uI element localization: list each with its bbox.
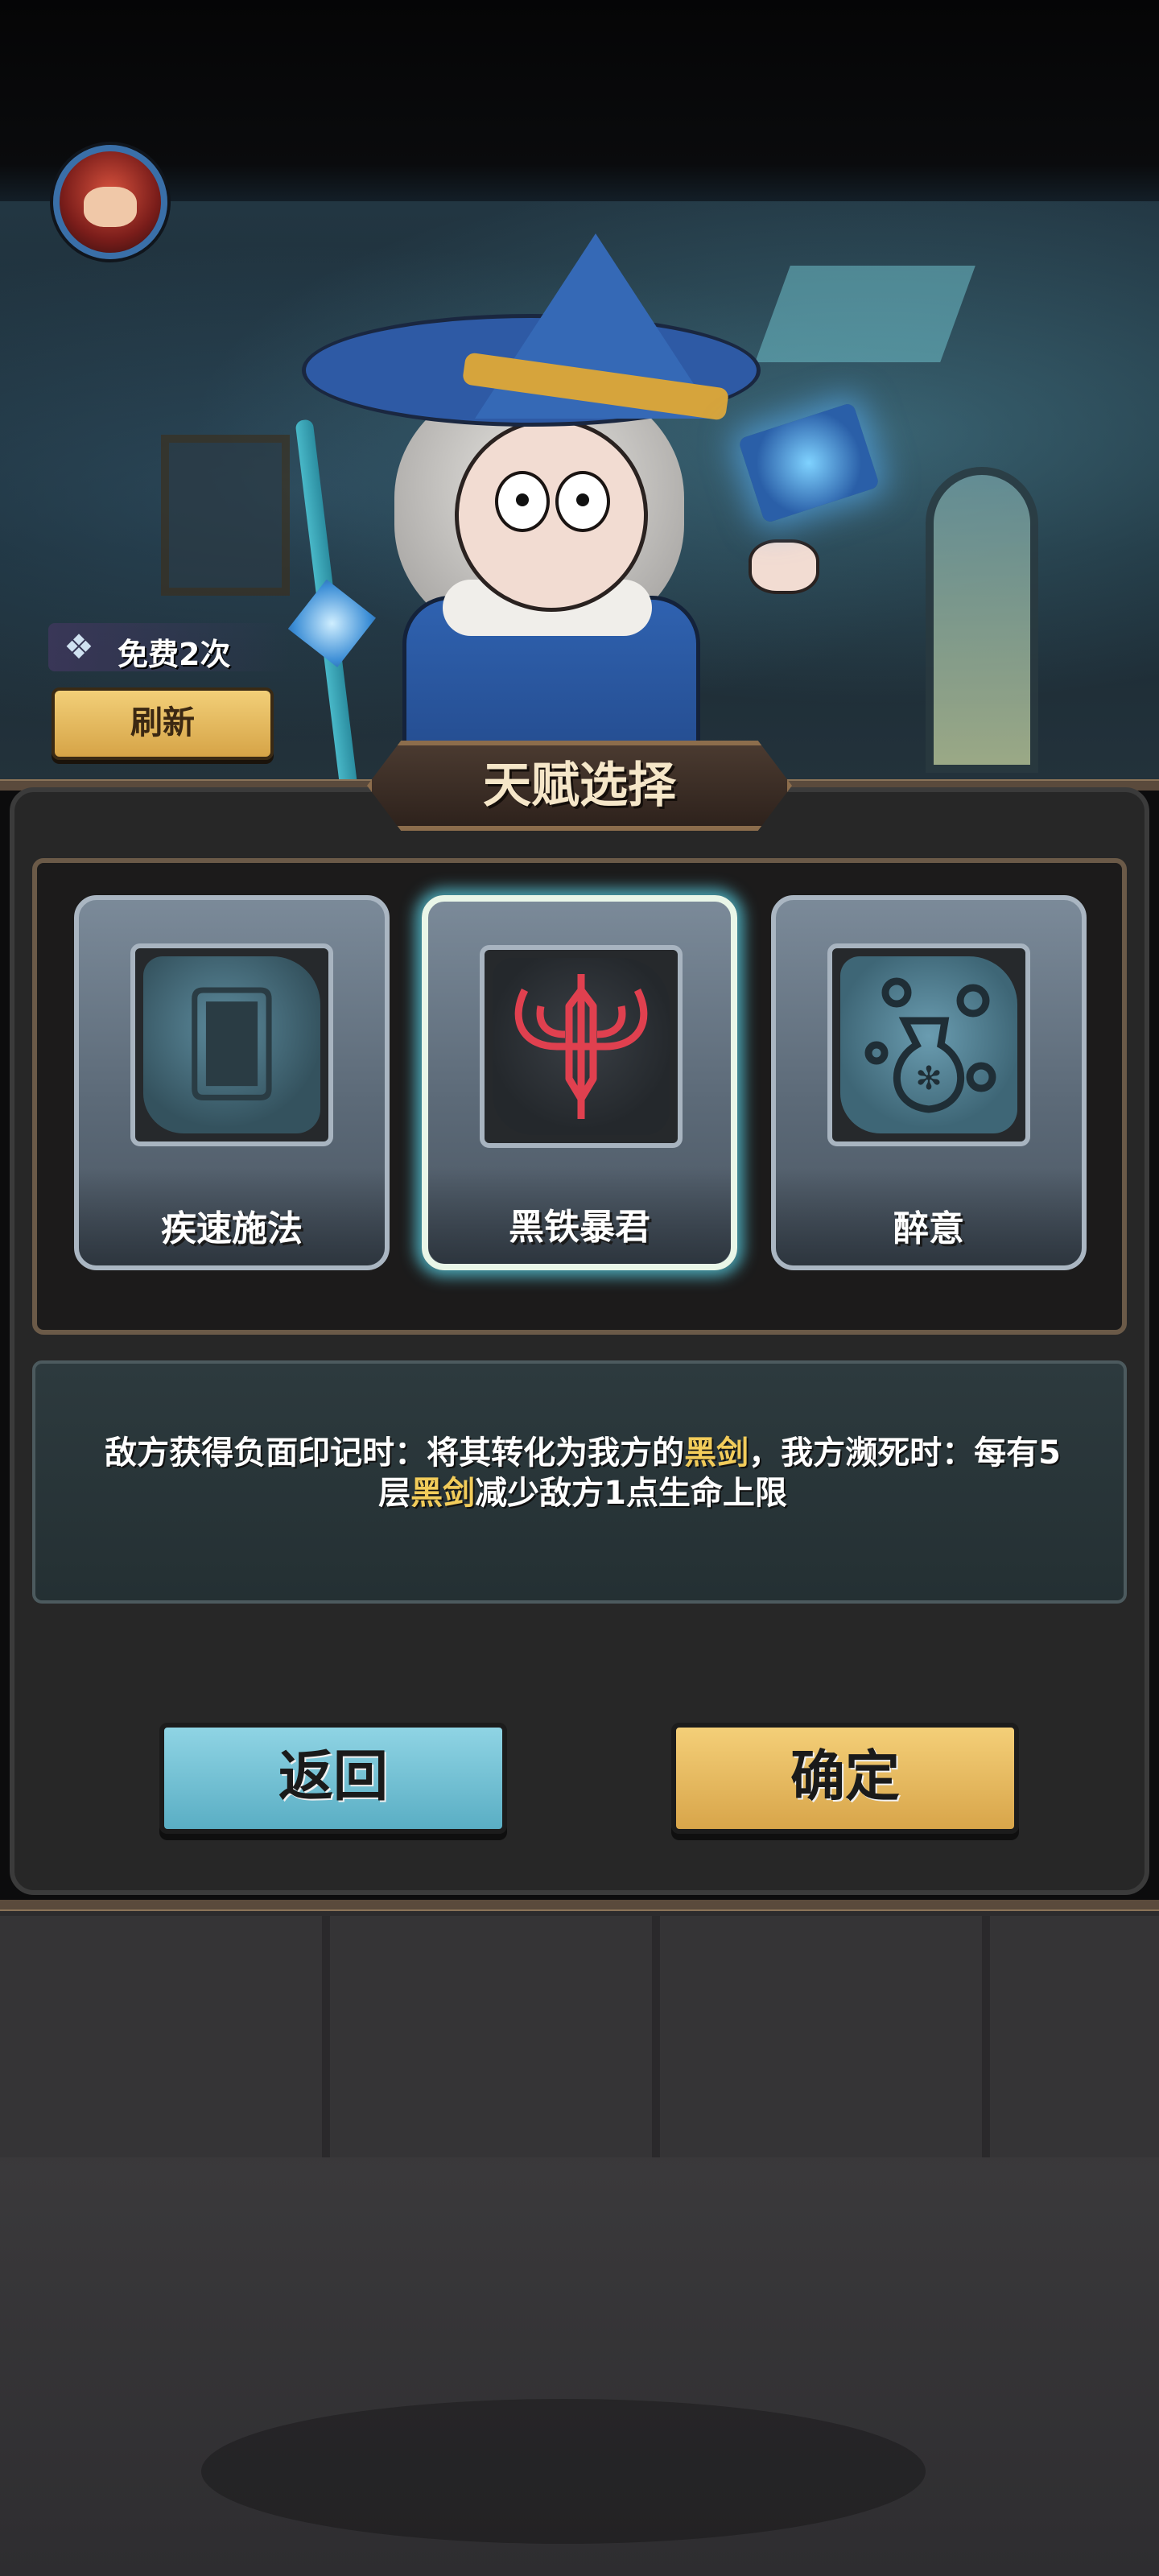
floor-shadow bbox=[201, 2399, 926, 2544]
talent-icon-frame: 🂠 bbox=[130, 943, 333, 1146]
panel-bottom-rail bbox=[0, 1900, 1159, 1911]
left-eye bbox=[495, 471, 550, 532]
background-picture-frame bbox=[161, 435, 290, 596]
confirm-button[interactable]: 确定 bbox=[671, 1723, 1019, 1834]
player-avatar[interactable] bbox=[53, 145, 167, 259]
talent-description-box: 敌方获得负面印记时：将其转化为我方的黑剑，我方濒死时：每有5层黑剑减少敌方1点生… bbox=[32, 1360, 1127, 1604]
wizard-face bbox=[455, 419, 648, 612]
horned-sword-glyph bbox=[514, 974, 648, 1119]
free-refresh-count: ❖ 免费2次 bbox=[48, 623, 290, 672]
top-dark-band bbox=[0, 0, 1159, 205]
character-portrait-icon bbox=[84, 187, 137, 227]
talent-card-label: 黑铁暴君 bbox=[509, 1207, 650, 1248]
desc-part-3: 减少敌方1点生命上限 bbox=[475, 1475, 787, 1512]
staff-gem bbox=[283, 574, 382, 673]
talent-icon-frame bbox=[480, 945, 683, 1148]
desc-highlight-black-sword: 黑剑 bbox=[684, 1435, 749, 1472]
potion-swirl-glyph: ✻ bbox=[864, 977, 996, 1113]
refresh-button[interactable]: 刷新 bbox=[52, 687, 274, 760]
background-window bbox=[926, 467, 1038, 773]
talent-description: 敌方获得负面印记时：将其转化为我方的黑剑，我方濒死时：每有5层黑剑减少敌方1点生… bbox=[100, 1433, 1066, 1513]
right-eye bbox=[555, 471, 610, 532]
talent-card-label: 醉意 bbox=[893, 1208, 964, 1249]
torn-cards-icon: 🂠 bbox=[143, 956, 320, 1133]
wizard-character bbox=[290, 233, 893, 797]
wizard-hand bbox=[749, 539, 819, 594]
talent-card-drunkenness[interactable]: ✻ 醉意 bbox=[771, 895, 1087, 1270]
talent-icon-frame: ✻ bbox=[827, 943, 1030, 1146]
back-button-label: 返回 bbox=[278, 1745, 388, 1809]
potion-swirl-icon: ✻ bbox=[840, 956, 1017, 1133]
panel-title: 天赋选择 bbox=[367, 741, 792, 831]
ice-staff bbox=[295, 419, 358, 797]
background-stone-wall bbox=[0, 1916, 1159, 2157]
free-count-label: 免费2次 bbox=[118, 637, 231, 672]
desc-part-1: 敌方获得负面印记时：将其转化为我方的 bbox=[105, 1435, 685, 1472]
horned-sword-icon bbox=[493, 958, 670, 1135]
confirm-button-label: 确定 bbox=[790, 1745, 900, 1809]
desc-highlight-black-sword-2: 黑剑 bbox=[410, 1475, 476, 1512]
talent-card-black-iron-tyrant[interactable]: 黑铁暴君 bbox=[422, 895, 737, 1270]
talent-card-rapid-cast[interactable]: 🂠 疾速施法 bbox=[74, 895, 390, 1270]
svg-text:✻: ✻ bbox=[915, 1060, 942, 1097]
ice-cube-icon: ❖ bbox=[64, 627, 94, 667]
talent-card-label: 疾速施法 bbox=[161, 1208, 303, 1249]
back-button[interactable]: 返回 bbox=[159, 1723, 507, 1834]
glowing-spellbook bbox=[737, 402, 881, 524]
